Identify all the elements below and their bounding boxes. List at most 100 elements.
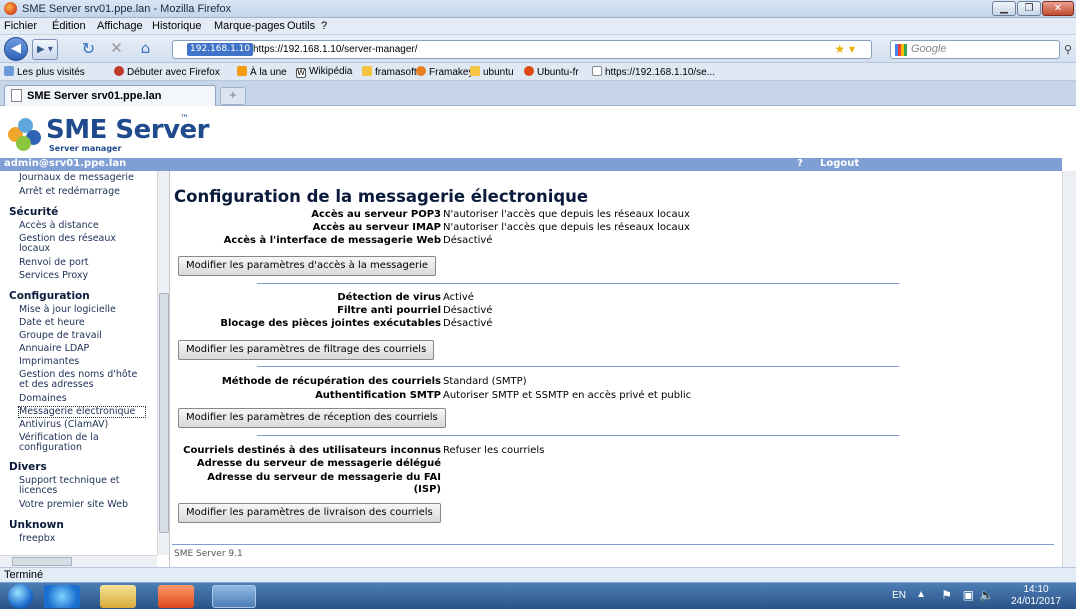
sidebar-horizontal-scrollbar[interactable] — [0, 555, 157, 567]
volume-icon[interactable]: 🔈 — [979, 588, 994, 602]
value-smtp-auth: Autoriser SMTP et SSMTP en accès privé e… — [443, 390, 692, 401]
value-pop3: N'autoriser l'accès que depuis les résea… — [443, 209, 690, 220]
language-indicator[interactable]: EN — [892, 590, 906, 601]
sme-header: SME Server Server manager ™ — [0, 106, 1076, 158]
value-unknown-users: Refuser les courriels — [443, 445, 545, 456]
help-button[interactable]: ? — [780, 158, 820, 171]
bookmark-a-la-une[interactable]: À la une — [237, 66, 287, 78]
sidebar-scroll-thumb[interactable] — [159, 293, 169, 533]
forward-dropdown-button[interactable]: ▶ ▾ — [32, 39, 58, 60]
close-button[interactable]: ✕ — [1042, 1, 1074, 16]
sidebar-item-date-heure[interactable]: Date et heure — [19, 318, 149, 328]
menu-edition[interactable]: Édition — [52, 20, 86, 32]
firefox-icon — [4, 2, 17, 15]
site-identity-badge[interactable]: 192.168.1.10 — [187, 43, 254, 56]
sidebar-heading-unknown: Unknown — [9, 519, 64, 531]
sidebar-heading-divers: Divers — [9, 461, 47, 473]
stop-icon[interactable]: ✕ — [106, 39, 127, 60]
new-tab-button[interactable]: + — [220, 87, 246, 105]
sidebar-item-freepbx[interactable]: freepbx — [19, 534, 149, 544]
folder-icon — [362, 66, 372, 76]
sidebar-item-mise-a-jour[interactable]: Mise à jour logicielle — [19, 305, 149, 315]
menu-help[interactable]: ? — [321, 20, 327, 32]
back-button[interactable]: ◀ — [4, 37, 28, 61]
sidebar-hscroll-thumb[interactable] — [12, 557, 72, 566]
sidebar-vertical-scrollbar[interactable] — [157, 171, 169, 555]
bookmark-server-manager[interactable]: https://192.168.1.10/se... — [592, 66, 715, 78]
modify-reception-button[interactable]: Modifier les paramètres de réception des… — [178, 408, 446, 428]
bookmarks-toolbar: Les plus visités Débuter avec Firefox À … — [0, 63, 1076, 81]
logo-subtitle: Server manager — [49, 144, 122, 153]
sidebar-item-premier-site[interactable]: Votre premier site Web — [19, 500, 149, 510]
page-icon — [11, 89, 22, 102]
sidebar-item-reseaux-locaux[interactable]: Gestion des réseaux locaux — [19, 234, 129, 254]
framakey-icon — [416, 66, 426, 76]
menu-outils[interactable]: Outils — [287, 20, 315, 32]
label-isp-server: Adresse du serveur de messagerie du FAI — [207, 472, 441, 483]
page-vertical-scrollbar[interactable] — [1062, 171, 1076, 567]
explorer-folder-icon[interactable] — [100, 585, 136, 608]
menu-marque-pages[interactable]: Marque-pages — [214, 20, 285, 32]
url-text[interactable]: https://192.168.1.10/server-manager/ — [253, 44, 418, 55]
minimize-button[interactable]: ▁ — [992, 1, 1016, 16]
sidebar-item-groupe-travail[interactable]: Groupe de travail — [19, 331, 149, 341]
clock-date[interactable]: 24/01/2017 — [1006, 596, 1066, 607]
sidebar-item-imprimantes[interactable]: Imprimantes — [19, 357, 149, 367]
clock-time[interactable]: 14:10 — [1010, 584, 1062, 595]
wikipedia-icon: W — [296, 68, 306, 78]
menu-affichage[interactable]: Affichage — [97, 20, 143, 32]
maximize-button[interactable]: ❐ — [1017, 1, 1041, 16]
reload-icon[interactable]: ↻ — [78, 39, 99, 60]
sidebar-item-messagerie[interactable]: Messagerie électronique — [18, 406, 146, 418]
menu-fichier[interactable]: Fichier — [4, 20, 37, 32]
label-webmail: Accès à l'interface de messagerie Web — [223, 235, 441, 246]
tab-sme-server[interactable]: SME Server srv01.ppe.lan — [4, 85, 216, 106]
value-imap: N'autoriser l'accès que depuis les résea… — [443, 222, 690, 233]
separator — [257, 283, 899, 284]
sidebar-item-domaines[interactable]: Domaines — [19, 394, 149, 404]
menu-bar: Fichier Édition Affichage Historique Mar… — [0, 18, 1076, 35]
logout-button[interactable]: Logout — [820, 158, 868, 171]
bookmark-ubuntu[interactable]: ubuntu — [470, 66, 514, 78]
network-icon[interactable]: ▣ — [963, 588, 974, 602]
modify-access-button[interactable]: Modifier les paramètres d'accès à la mes… — [178, 256, 437, 276]
value-retrieval: Standard (SMTP) — [443, 376, 527, 387]
home-icon[interactable]: ⌂ — [135, 39, 156, 60]
username: admin@srv01.ppe.lan — [4, 158, 127, 169]
sidebar-item-arret-redemarrage[interactable]: Arrêt et redémarrage — [19, 187, 149, 197]
media-player-icon[interactable] — [158, 585, 194, 608]
bookmark-ubuntu-fr[interactable]: Ubuntu-fr — [524, 66, 579, 78]
sidebar-item-antivirus[interactable]: Antivirus (ClamAV) — [19, 420, 149, 430]
start-button[interactable] — [8, 584, 33, 609]
menu-historique[interactable]: Historique — [152, 20, 202, 32]
search-placeholder: Google — [911, 43, 947, 55]
tab-strip: SME Server srv01.ppe.lan + — [0, 81, 1076, 106]
address-bar[interactable]: 192.168.1.10 https://192.168.1.10/server… — [172, 40, 872, 59]
label-smtp-auth: Authentification SMTP — [315, 390, 441, 401]
bookmark-framasoft[interactable]: framasoft — [362, 66, 417, 78]
sidebar-item-renvoi-port[interactable]: Renvoi de port — [19, 258, 149, 268]
modify-delivery-button[interactable]: Modifier les paramètres de livraison des… — [178, 503, 441, 523]
sidebar-item-support[interactable]: Support technique et licences — [19, 476, 139, 496]
bookmark-wikipedia[interactable]: W Wikipédia — [296, 66, 352, 78]
tab-label: SME Server srv01.ppe.lan — [27, 90, 162, 102]
sidebar-item-verification[interactable]: Vérification de la configuration — [19, 433, 129, 453]
value-webmail: Désactivé — [443, 235, 493, 246]
bookmark-most-visited[interactable]: Les plus visités — [4, 66, 85, 78]
sidebar-item-annuaire-ldap[interactable]: Annuaire LDAP — [19, 344, 149, 354]
modify-filtering-button[interactable]: Modifier les paramètres de filtrage des … — [178, 340, 435, 360]
sidebar-item-services-proxy[interactable]: Services Proxy — [19, 271, 149, 281]
search-box[interactable]: Google — [890, 40, 1060, 59]
bookmark-star-icon[interactable]: ★ ▾ — [834, 42, 855, 56]
sidebar-item-acces-distance[interactable]: Accès à distance — [19, 221, 149, 231]
sidebar-item-noms-hote[interactable]: Gestion des noms d'hôte et des adresses — [19, 370, 145, 390]
firefox-taskbar-button[interactable] — [212, 585, 256, 608]
window-titlebar: SME Server srv01.ppe.lan - Mozilla Firef… — [0, 0, 1076, 18]
search-icon[interactable]: ⚲ — [1064, 43, 1072, 56]
internet-explorer-icon[interactable] — [44, 585, 80, 608]
sidebar-item-journaux-messagerie[interactable]: Journaux de messagerie — [19, 173, 149, 183]
bookmark-framakey[interactable]: Framakey — [416, 66, 473, 78]
flag-icon[interactable]: ⚑ — [941, 588, 952, 602]
show-hidden-icons-button[interactable]: ▲ — [916, 589, 926, 600]
bookmark-getting-started[interactable]: Débuter avec Firefox — [114, 66, 220, 78]
